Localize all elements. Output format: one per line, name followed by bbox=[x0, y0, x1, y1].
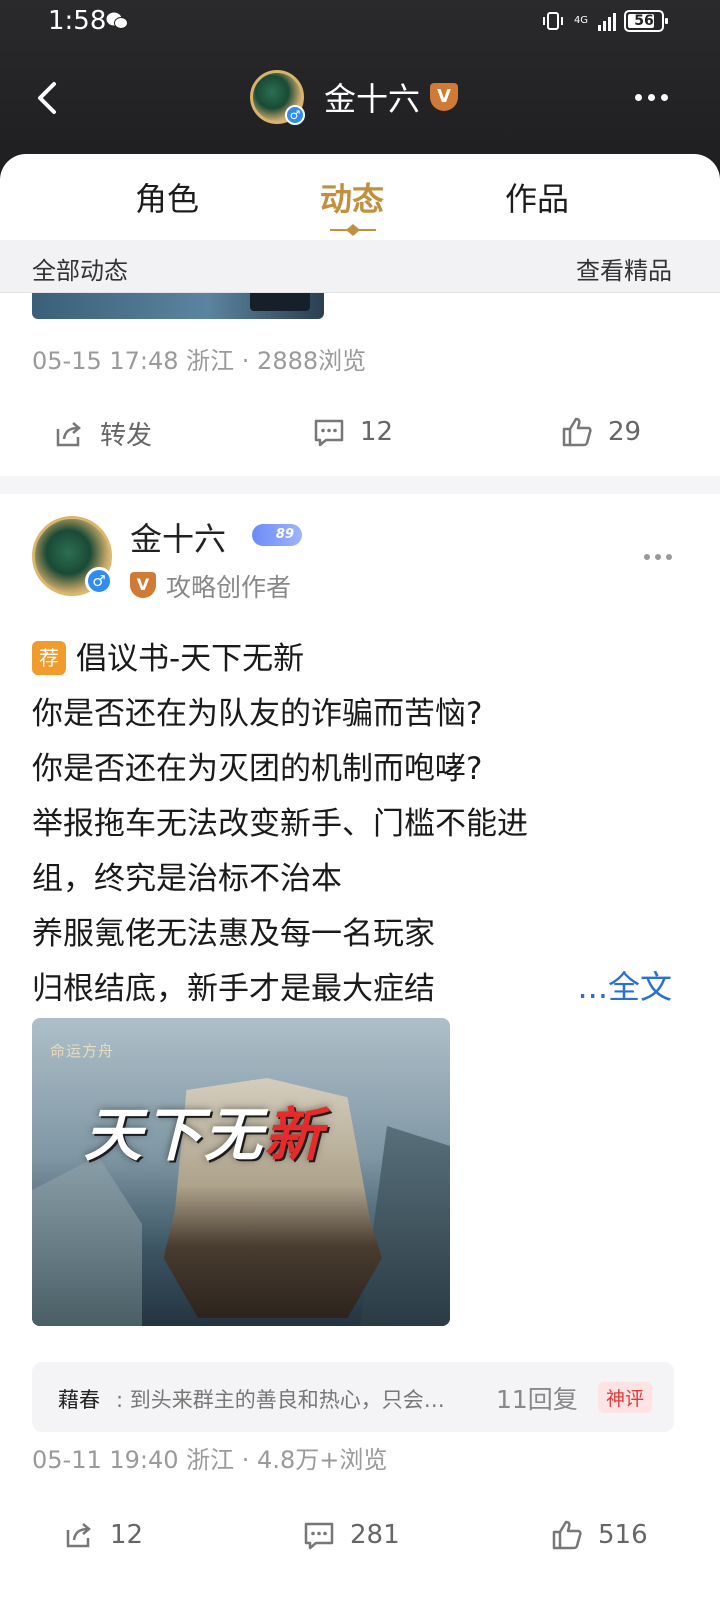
author-name[interactable]: 金十六 bbox=[130, 514, 226, 560]
post-content[interactable]: 荐倡议书-天下无新 你是否还在为队友的诈骗而苦恼? 你是否还在为灭团的机制而咆哮… bbox=[32, 632, 682, 1017]
filter-bar: 全部动态 查看精品 bbox=[0, 240, 720, 293]
comment-count: 12 bbox=[360, 417, 394, 447]
post-card: 05-15 17:48 浙江 · 2888浏览 转发 12 29 bbox=[0, 293, 720, 476]
comment-count: 281 bbox=[350, 1520, 400, 1550]
post-actions: 转发 12 29 bbox=[0, 415, 720, 475]
post-more-button[interactable] bbox=[644, 554, 672, 560]
thumbs-up-icon bbox=[552, 1520, 582, 1550]
post-title: 倡议书-天下无新 bbox=[76, 641, 305, 677]
post-line: 举报拖车无法改变新手、门槛不能进 bbox=[32, 806, 528, 842]
verified-icon: V bbox=[430, 83, 459, 111]
status-icons: 4G 56 bbox=[542, 10, 668, 32]
post-meta: 05-11 19:40 浙江 · 4.8万+浏览 bbox=[32, 1446, 388, 1474]
reply-count[interactable]: 11回复 bbox=[496, 1380, 578, 1416]
more-options-button[interactable] bbox=[635, 94, 668, 101]
like-button[interactable]: 29 bbox=[560, 415, 641, 449]
post-title-line: 荐倡议书-天下无新 bbox=[32, 632, 682, 687]
tab-role[interactable]: 角色 bbox=[135, 174, 199, 220]
like-button[interactable]: 516 bbox=[550, 1518, 648, 1552]
comment-user[interactable]: 藉春 bbox=[58, 1384, 100, 1414]
signal-icon bbox=[598, 11, 616, 31]
all-posts-filter[interactable]: 全部动态 bbox=[32, 251, 128, 286]
image-title-red: 新 bbox=[264, 1101, 325, 1169]
battery-icon: 56 bbox=[624, 10, 668, 32]
wechat-icon bbox=[106, 12, 128, 29]
recommended-badge: 荐 bbox=[32, 641, 66, 675]
image-title: 天下无新 bbox=[84, 1088, 324, 1172]
post-line: 养服氪佬无法惠及每一名玩家 bbox=[32, 916, 435, 952]
vibrate-icon bbox=[543, 12, 563, 30]
game-logo: 命运方舟 bbox=[50, 1042, 115, 1060]
post-card: ♂ 金十六 89 V 攻略创作者 荐倡议书-天下无新 你是否还在为队友的诈骗而苦… bbox=[0, 494, 720, 1600]
comment-button[interactable]: 12 bbox=[312, 415, 393, 449]
comment-icon bbox=[304, 1522, 334, 1550]
post-image[interactable] bbox=[32, 293, 324, 319]
like-count: 516 bbox=[598, 1520, 648, 1550]
status-time: 1:58 bbox=[48, 6, 107, 36]
like-count: 29 bbox=[608, 417, 642, 447]
post-line: 你是否还在为队友的诈骗而苦恼? bbox=[32, 696, 483, 732]
comment-icon bbox=[314, 419, 344, 447]
network-type: 4G bbox=[573, 15, 589, 26]
active-tab-indicator bbox=[330, 224, 376, 236]
header-title-group[interactable]: ♂ 金十六 V bbox=[250, 70, 459, 125]
status-bar: 1:58 4G 56 bbox=[0, 0, 720, 44]
share-label: 转发 bbox=[100, 421, 153, 451]
level-number: 89 bbox=[275, 527, 294, 542]
verified-icon: V bbox=[130, 572, 156, 598]
level-badge: 89 bbox=[252, 524, 302, 546]
avatar[interactable]: ♂ bbox=[250, 70, 305, 125]
author-role: 攻略创作者 bbox=[166, 573, 292, 602]
share-count: 12 bbox=[110, 1520, 144, 1550]
profile-header: 1:58 4G 56 ♂ 金十六 V bbox=[0, 0, 720, 180]
post-actions: 12 281 516 bbox=[0, 1518, 720, 1578]
post-meta: 05-15 17:48 浙江 · 2888浏览 bbox=[32, 347, 367, 375]
share-button[interactable]: 12 bbox=[62, 1518, 143, 1552]
post-line: 你是否还在为灭团的机制而咆哮? bbox=[32, 751, 483, 787]
view-featured-link[interactable]: 查看精品 bbox=[576, 251, 672, 286]
comment-button[interactable]: 281 bbox=[302, 1518, 400, 1552]
share-button[interactable]: 转发 bbox=[52, 415, 152, 452]
battery-level: 56 bbox=[634, 13, 654, 29]
top-comment-badge: 神评 bbox=[598, 1382, 653, 1413]
tab-feed[interactable]: 动态 bbox=[320, 174, 384, 220]
tab-bar: 角色 动态 作品 bbox=[0, 154, 720, 240]
page-title: 金十六 bbox=[324, 80, 421, 118]
tab-works[interactable]: 作品 bbox=[505, 174, 569, 220]
author-avatar[interactable]: ♂ bbox=[32, 516, 113, 596]
male-icon: ♂ bbox=[85, 567, 113, 595]
male-icon: ♂ bbox=[285, 105, 305, 125]
comment-text: : 到头来群主的善良和热心，只会… bbox=[116, 1388, 445, 1412]
expand-full-text-link[interactable]: ...全文 bbox=[577, 962, 672, 1008]
thumbs-up-icon bbox=[562, 417, 592, 447]
post-image[interactable]: 命运方舟 天下无新 bbox=[32, 1018, 450, 1326]
share-icon bbox=[56, 421, 81, 446]
back-button[interactable] bbox=[30, 78, 70, 118]
hot-comment[interactable]: 藉春 : 到头来群主的善良和热心，只会… 11回复 神评 bbox=[32, 1362, 674, 1432]
image-title-main: 天下无 bbox=[84, 1101, 265, 1169]
share-icon bbox=[66, 1523, 91, 1548]
post-line: 组，终究是治标不治本 bbox=[32, 861, 342, 897]
